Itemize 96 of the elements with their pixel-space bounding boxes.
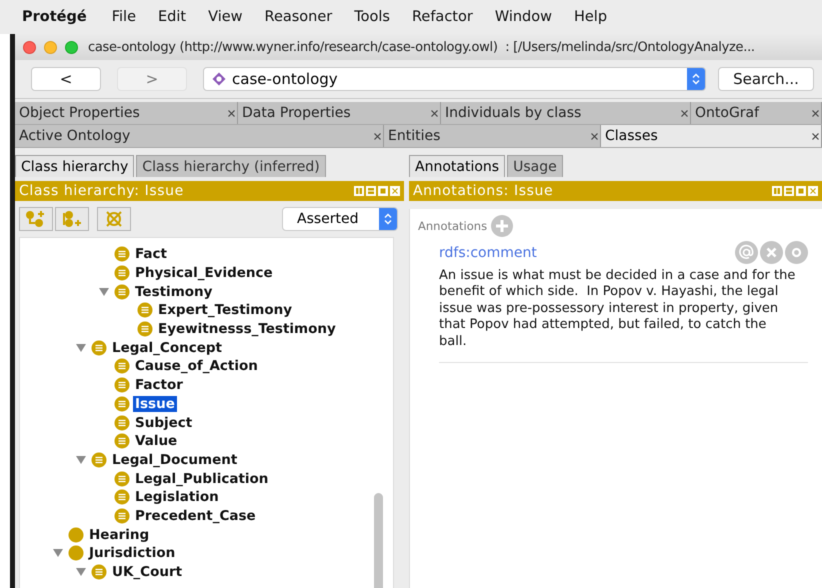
expanded-triangle-icon[interactable] bbox=[76, 567, 86, 578]
stepper-icon bbox=[692, 73, 700, 85]
tree-item[interactable]: Legal_Concept bbox=[110, 340, 224, 356]
tree-item[interactable]: Eyewitnesss_Testimony bbox=[156, 321, 338, 338]
menu-item[interactable]: View bbox=[197, 9, 254, 25]
close-icon[interactable] bbox=[681, 110, 688, 116]
class-icon bbox=[68, 526, 84, 543]
stepper-icon bbox=[384, 213, 392, 225]
tree-item[interactable]: Precedent_Case bbox=[133, 508, 258, 524]
workspace-tab[interactable]: Active Ontology bbox=[15, 125, 384, 147]
workspace-tab[interactable]: Entities bbox=[384, 125, 601, 147]
view-tab[interactable]: Annotations bbox=[409, 155, 506, 177]
delete-class-button[interactable] bbox=[97, 207, 131, 231]
defined-class-icon bbox=[114, 470, 130, 487]
annotation-value: An issue is what must be decided in a case and for the benefit of which side. In Popov v. Hayashi, the legal issue was pre-possessory interest in property, given that Popov had attempted, but failed, to catch the ball. bbox=[439, 268, 796, 350]
tree-item[interactable]: Cause_of_Action bbox=[133, 358, 260, 374]
defined-class-icon bbox=[91, 452, 107, 468]
defined-class-icon bbox=[137, 321, 153, 338]
defined-class-icon bbox=[114, 246, 130, 262]
tree-item[interactable]: Physical_Evidence bbox=[133, 265, 275, 282]
defined-class-icon bbox=[114, 358, 130, 374]
panel-header-title: Class hierarchy: Issue bbox=[19, 183, 184, 199]
navigation-button[interactable]: < bbox=[31, 67, 101, 91]
menu-item[interactable]: Refactor bbox=[400, 9, 484, 25]
tree-item[interactable]: Fact bbox=[133, 246, 169, 262]
expanded-triangle-icon[interactable] bbox=[76, 342, 86, 353]
defined-class-icon bbox=[114, 284, 130, 300]
workspace-tab[interactable]: Individuals by class bbox=[441, 102, 691, 124]
defined-class-icon bbox=[114, 396, 130, 412]
tree-item[interactable]: Subject bbox=[133, 414, 194, 431]
tree-item[interactable]: Hearing bbox=[87, 526, 152, 543]
tree-item[interactable]: Expert_Testimony bbox=[156, 302, 294, 318]
defined-class-icon bbox=[114, 489, 130, 506]
close-icon[interactable] bbox=[591, 132, 598, 140]
tree-item[interactable]: Jurisdiction bbox=[87, 545, 178, 562]
menu-item[interactable]: Edit bbox=[147, 9, 198, 25]
diamond-icon bbox=[212, 72, 226, 86]
add-icon[interactable] bbox=[491, 215, 514, 237]
add-subclass-button[interactable] bbox=[19, 207, 53, 231]
minimize-window-icon[interactable] bbox=[44, 40, 57, 54]
tree-item[interactable]: Issue bbox=[133, 396, 177, 412]
add-subclass-icon bbox=[25, 210, 47, 228]
expanded-triangle-icon[interactable] bbox=[98, 286, 108, 297]
tree-item[interactable]: Testimony bbox=[133, 284, 214, 300]
close-icon[interactable] bbox=[374, 132, 381, 140]
window-title: case-ontology (http://www.wyner.info/research/case-ontology.owl) : [/Users/melinda/src/OntologyAnalyze... bbox=[88, 40, 755, 54]
panel-header-title: Annotations: Issue bbox=[413, 183, 554, 199]
app-menu[interactable]: Protégé bbox=[22, 9, 101, 25]
view-tab[interactable]: Usage bbox=[507, 155, 563, 177]
defined-class-icon bbox=[114, 508, 130, 524]
defined-class-icon bbox=[114, 265, 130, 282]
menu-item[interactable]: File bbox=[100, 9, 147, 25]
defined-class-icon bbox=[137, 302, 153, 318]
menu-item[interactable]: Window bbox=[484, 9, 563, 25]
tree-item[interactable]: Value bbox=[133, 433, 180, 450]
scrollbar-thumb[interactable] bbox=[374, 493, 383, 588]
close-icon[interactable] bbox=[812, 132, 819, 140]
defined-class-icon bbox=[91, 564, 107, 580]
close-icon[interactable] bbox=[812, 110, 819, 116]
annotation-property[interactable]: rdfs:comment bbox=[439, 244, 537, 260]
close-icon[interactable] bbox=[431, 110, 438, 116]
class-icon bbox=[68, 545, 84, 562]
view-mode-dropdown[interactable]: Asserted bbox=[282, 207, 398, 231]
view-controls-icon[interactable] bbox=[354, 186, 400, 196]
delete-class-icon bbox=[104, 210, 124, 228]
tree-item[interactable]: Legal_Publication bbox=[133, 470, 270, 487]
defined-class-icon bbox=[91, 340, 107, 356]
add-sibling-button[interactable] bbox=[55, 207, 89, 231]
defined-class-icon bbox=[114, 377, 130, 394]
tree-item[interactable]: Factor bbox=[133, 377, 185, 394]
view-controls-icon[interactable] bbox=[772, 186, 818, 196]
menu-item[interactable]: Reasoner bbox=[254, 9, 344, 25]
expanded-triangle-icon[interactable] bbox=[76, 454, 86, 465]
search-button[interactable]: Search... bbox=[718, 67, 814, 91]
menu-item[interactable]: Help bbox=[562, 9, 618, 25]
defined-class-icon bbox=[114, 414, 130, 431]
at-sign-icon[interactable] bbox=[735, 241, 758, 264]
close-icon[interactable] bbox=[228, 110, 235, 116]
expanded-triangle-icon[interactable] bbox=[52, 548, 62, 558]
workspace-tab[interactable]: OntoGraf bbox=[691, 102, 822, 124]
view-tab[interactable]: Class hierarchy bbox=[15, 155, 134, 177]
close-window-icon[interactable] bbox=[23, 40, 36, 54]
ontology-dropdown[interactable]: case-ontology bbox=[203, 67, 706, 91]
zoom-window-icon[interactable] bbox=[65, 40, 78, 54]
section-label: Annotations bbox=[418, 219, 488, 233]
workspace-tab[interactable]: Object Properties bbox=[15, 102, 238, 124]
menu-item[interactable]: Tools bbox=[343, 9, 401, 25]
tree-item[interactable]: Legal_Document bbox=[110, 452, 240, 468]
defined-class-icon bbox=[114, 433, 130, 450]
tree-item[interactable]: UK_Court bbox=[110, 564, 184, 580]
delete-icon[interactable] bbox=[760, 241, 783, 264]
view-tab[interactable]: Class hierarchy (inferred) bbox=[136, 155, 326, 177]
workspace-tab[interactable]: Data Properties bbox=[238, 102, 441, 124]
ring-icon[interactable] bbox=[785, 241, 808, 264]
add-sibling-icon bbox=[61, 210, 83, 228]
tree-item[interactable]: Legislation bbox=[133, 489, 221, 506]
